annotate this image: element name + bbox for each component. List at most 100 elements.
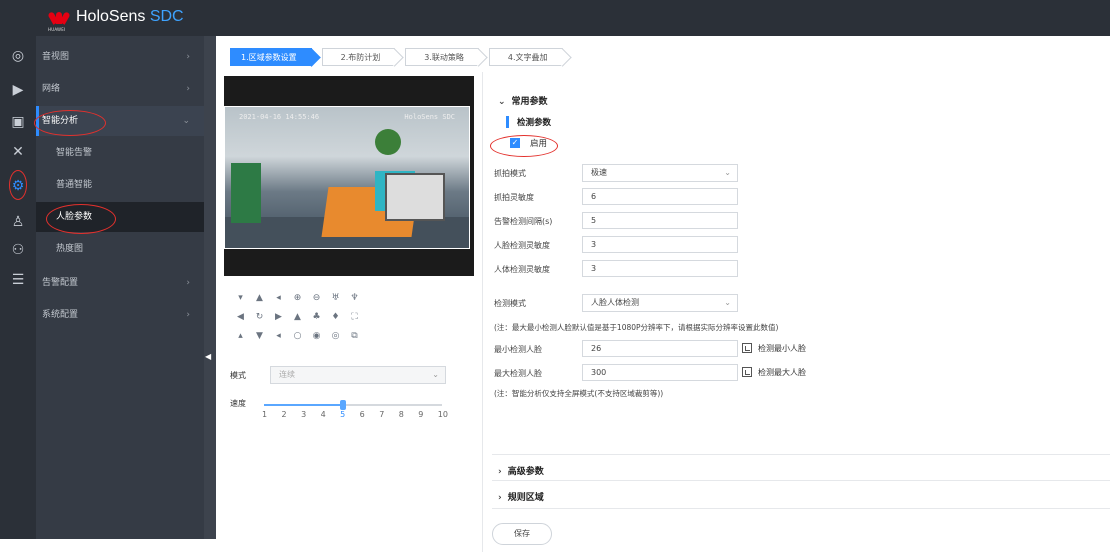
speed-tick: 7 [379, 410, 385, 419]
chevron-down-icon: ⌄ [498, 97, 506, 107]
logo: HUAWEI HoloSens SDC [47, 6, 184, 32]
column-divider [482, 72, 483, 552]
sidebar-item-system-config[interactable]: 系统配置 › [36, 300, 204, 330]
osd-timestamp: 2021-04-16 14:55:46 [239, 113, 320, 121]
sidebar-item-label: 音视图 [42, 52, 70, 62]
sidebar-item-smart-alarm[interactable]: 智能告警 [36, 138, 204, 168]
ptz-up-right-icon[interactable]: ◂ [270, 290, 287, 307]
sidebar-item-network[interactable]: 网络 › [36, 74, 204, 104]
detect-max-face-button[interactable]: 检测最大人脸 [758, 367, 806, 378]
iris-close-icon[interactable]: ♣ [308, 309, 325, 326]
sidebar-item-label: 告警配置 [42, 278, 79, 288]
focus-near-icon[interactable]: ♅ [327, 290, 344, 307]
capture-sensitivity-label: 抓拍灵敏度 [494, 193, 534, 202]
min-face-input[interactable]: 26 [582, 340, 738, 357]
speed-slider[interactable] [264, 400, 442, 410]
zoom-out-icon[interactable]: ⊖ [308, 290, 325, 307]
mode-label: 模式 [230, 370, 246, 380]
scene-plant [375, 129, 401, 155]
sidebar-item-av[interactable]: 音视图 › [36, 42, 204, 72]
image-icon[interactable]: ▣ [10, 114, 26, 130]
detect-min-face-button[interactable]: 检测最小人脸 [758, 343, 806, 354]
gear-icon[interactable]: ⚙ [10, 178, 26, 194]
speed-tick: 1 [262, 410, 268, 419]
ptz-down-right-icon[interactable]: ◂ [270, 328, 287, 345]
sidebar-item-label: 系统配置 [42, 310, 79, 320]
sidebar-item-label: 智能分析 [42, 116, 79, 126]
huawei-logo-icon: HUAWEI [47, 6, 71, 32]
people-icon[interactable]: ⚇ [10, 242, 26, 258]
alarm-interval-input[interactable]: 5 [582, 212, 738, 229]
top-bar: HUAWEI HoloSens SDC [0, 0, 1110, 36]
fullscreen-icon[interactable]: ⛶ [346, 309, 363, 326]
chevron-down-icon: ⌄ [724, 298, 731, 307]
mode-select[interactable]: 连续 ⌄ [270, 366, 446, 384]
ptz-down-left-icon[interactable]: ▾ [232, 290, 249, 307]
person-search-icon[interactable]: ♙ [10, 214, 26, 230]
tab-area-params[interactable]: 1.区域参数设置 [230, 48, 312, 66]
detect-mode-select[interactable]: 人脸人体检测 ⌄ [582, 294, 738, 312]
save-button[interactable]: 保存 [492, 523, 552, 545]
preset-icon[interactable]: ○ [289, 328, 306, 345]
ptz-controls: ▾ ▲ ◂ ⊕ ⊖ ♅ ♆ ◀ ↻ ▶ ▲ ♣ ♦ ⛶ ▴ ▼ ◂ ○ ◉ ◎ … [232, 290, 363, 345]
speed-label: 速度 [230, 399, 246, 408]
light-icon[interactable]: ♦ [327, 309, 344, 326]
record-icon[interactable]: ◎ [327, 328, 344, 345]
capture-sensitivity-input[interactable]: 6 [582, 188, 738, 205]
scene-green [231, 163, 261, 223]
speed-handle[interactable] [340, 400, 346, 410]
face-sensitivity-input[interactable]: 3 [582, 236, 738, 253]
sidebar-item-face-params[interactable]: 人脸参数 [36, 202, 204, 232]
speed-tick: 8 [398, 410, 404, 419]
patrol-icon[interactable]: ◉ [308, 328, 325, 345]
ptz-reset-icon[interactable]: ↻ [251, 309, 268, 326]
section-divider [492, 454, 1110, 455]
rule-area-header[interactable]: › 规则区域 [498, 490, 544, 503]
speed-fill [264, 404, 343, 406]
tab-linkage[interactable]: 3.联动策略 [405, 48, 479, 66]
body-sensitivity-input[interactable]: 3 [582, 260, 738, 277]
chevron-right-icon: › [498, 467, 502, 477]
tab-text-overlay[interactable]: 4.文字叠加 [488, 48, 563, 66]
tab-schedule[interactable]: 2.布防计划 [321, 48, 396, 66]
tools-icon[interactable]: ✕ [10, 144, 26, 160]
detect-mode-value: 人脸人体检测 [591, 298, 639, 307]
draw-box-icon[interactable] [742, 367, 752, 377]
zoom-in-icon[interactable]: ⊕ [289, 290, 306, 307]
camera-icon[interactable]: ◎ [10, 48, 26, 64]
draw-box-icon[interactable] [742, 343, 752, 353]
speed-tick: 2 [281, 410, 287, 419]
ptz-left-icon[interactable]: ◀ [232, 309, 249, 326]
ptz-right-icon[interactable]: ▶ [270, 309, 287, 326]
common-params-header[interactable]: ⌄ 常用参数 [498, 94, 548, 107]
speed-tick: 5 [340, 410, 346, 419]
ptz-up-left-icon[interactable]: ▴ [232, 328, 249, 345]
chevron-right-icon: › [498, 493, 502, 503]
video-icon[interactable]: ▶ [10, 82, 26, 98]
main-content: 1.区域参数设置 2.布防计划 3.联动策略 4.文字叠加 2021-04-16… [216, 36, 1110, 552]
sidebar-item-normal-smart[interactable]: 普通智能 [36, 170, 204, 200]
brand-accent: SDC [149, 8, 184, 25]
capture-mode-select[interactable]: 极速 ⌄ [582, 164, 738, 182]
sidebar-item-alarm-config[interactable]: 告警配置 › [36, 268, 204, 298]
ptz-up-icon[interactable]: ▲ [251, 290, 268, 307]
focus-far-icon[interactable]: ♆ [346, 290, 363, 307]
detect-params-title: 检测参数 [506, 116, 551, 128]
common-params-title: 常用参数 [511, 97, 548, 107]
rule-area-title: 规则区域 [507, 493, 544, 503]
iris-open-icon[interactable]: ▲ [289, 309, 306, 326]
sidebar-item-label: 热度图 [56, 244, 84, 254]
log-icon[interactable]: ☰ [10, 272, 26, 288]
brand-main: HoloSens [76, 8, 150, 25]
advanced-params-header[interactable]: › 高级参数 [498, 464, 544, 477]
video-frame[interactable]: 2021-04-16 14:55:46 HoloSens SDC [224, 106, 470, 249]
max-face-input[interactable]: 300 [582, 364, 738, 381]
video-preview[interactable]: 2021-04-16 14:55:46 HoloSens SDC [224, 76, 474, 276]
collapse-arrow-icon[interactable]: ◀ [205, 352, 211, 361]
sidebar-item-smart-analysis[interactable]: 智能分析 ⌄ [36, 106, 204, 136]
ptz-down-icon[interactable]: ▼ [251, 328, 268, 345]
enable-checkbox[interactable]: ✓ [510, 138, 520, 148]
sidebar-item-heatmap[interactable]: 热度图 [36, 234, 204, 264]
3d-position-icon[interactable]: ⧉ [346, 328, 363, 345]
chevron-right-icon: › [186, 310, 190, 320]
